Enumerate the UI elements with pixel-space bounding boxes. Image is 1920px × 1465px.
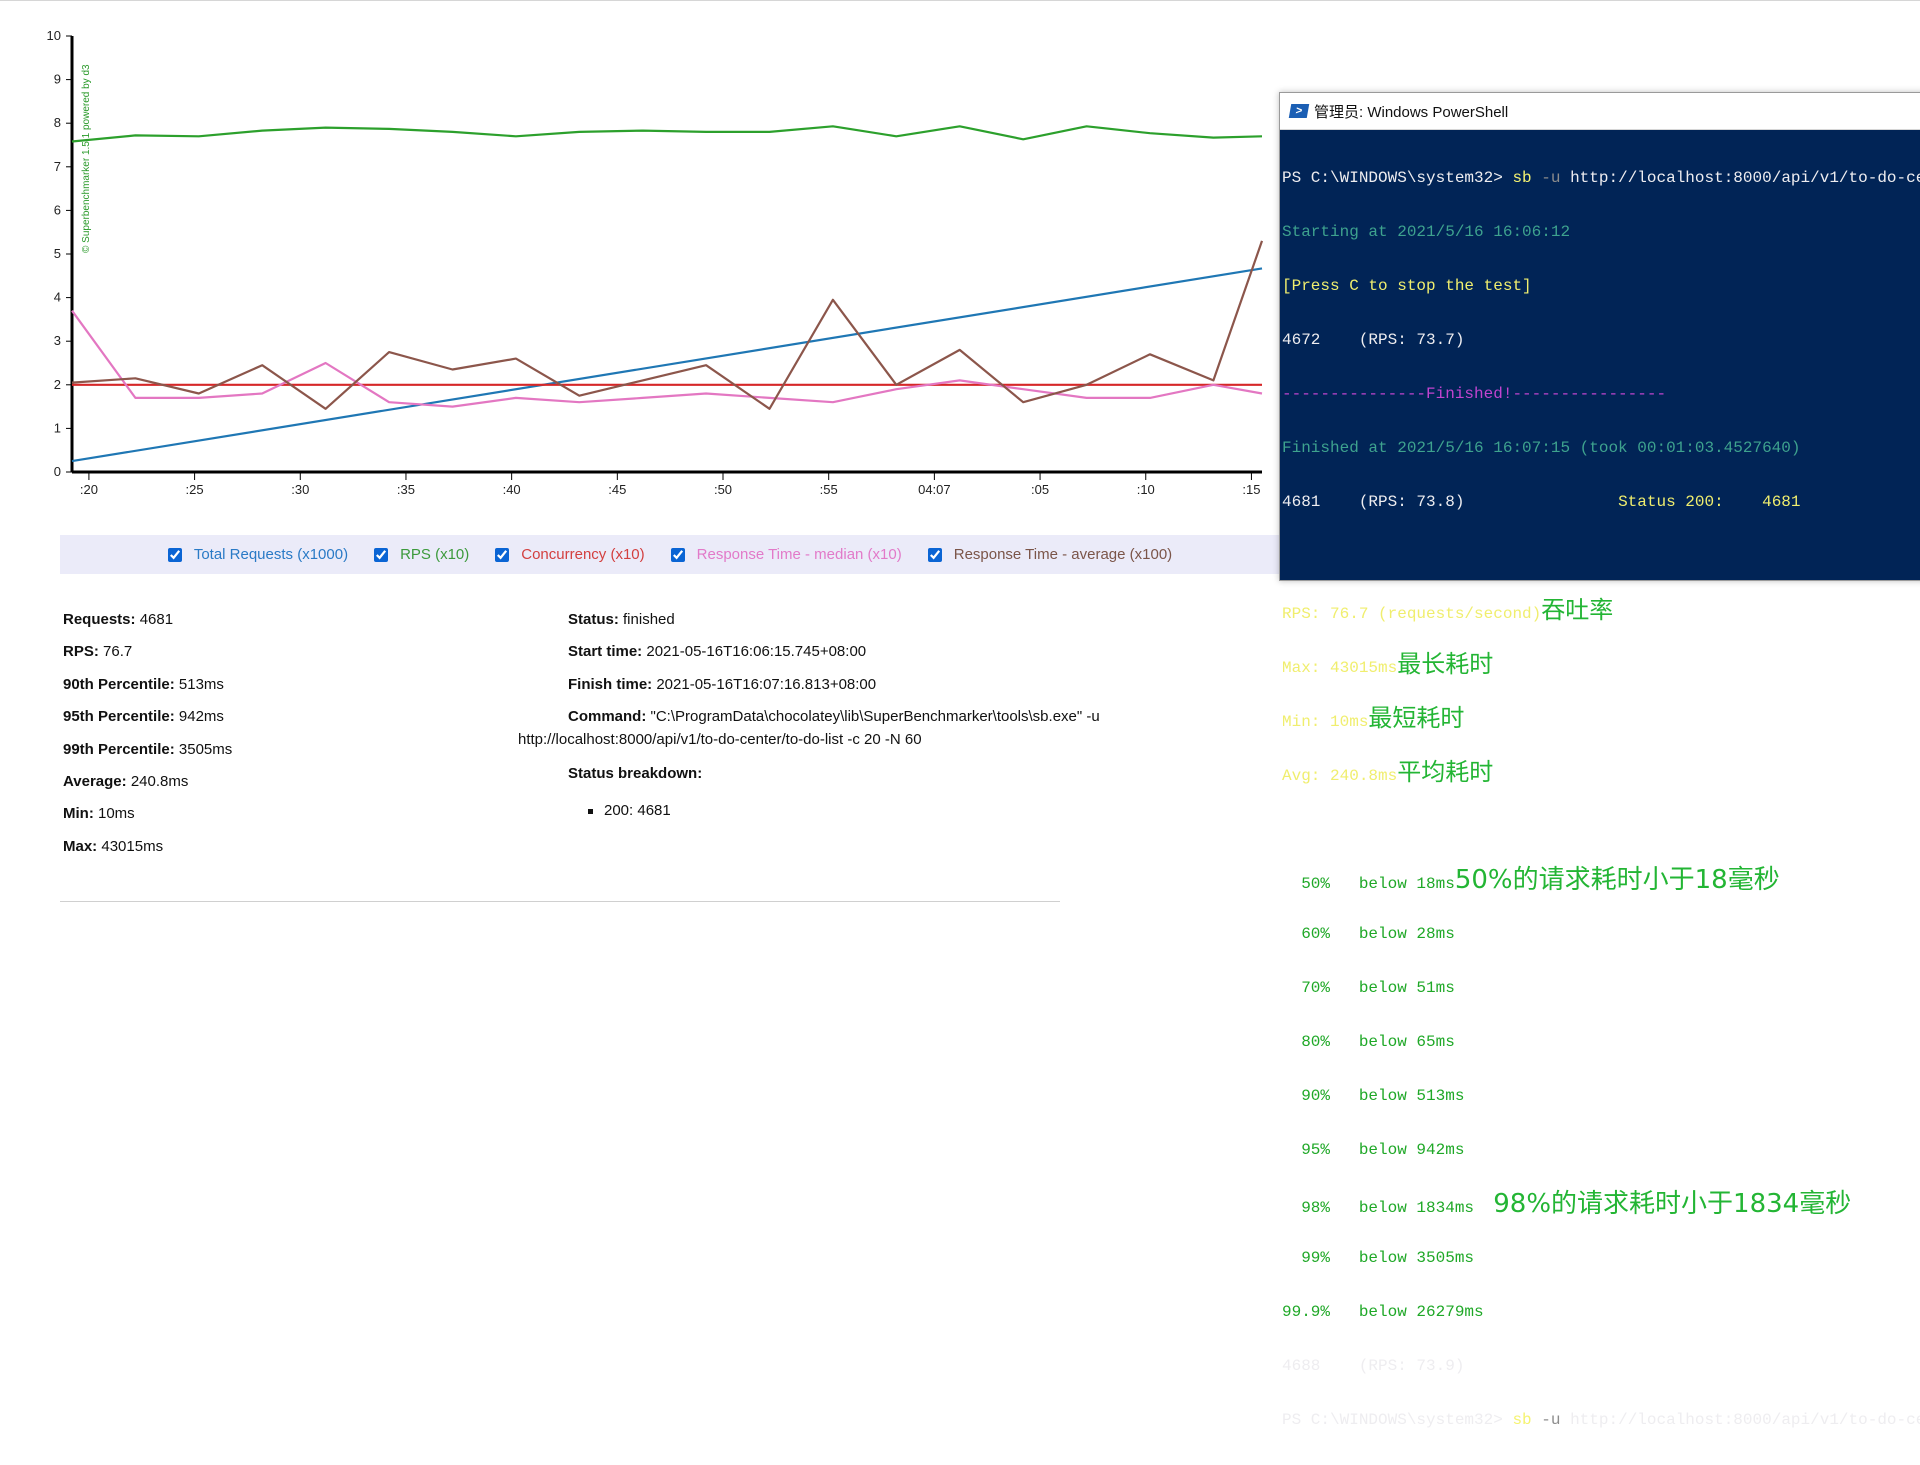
series-line-3: [71, 310, 1263, 408]
rps-checkbox[interactable]: [374, 547, 389, 562]
series-line-0: [71, 267, 1263, 463]
chart-legend: Total Requests (x1000) RPS (x10) Concurr…: [60, 535, 1280, 574]
console-line: 70% below 51ms: [1282, 979, 1455, 997]
legend-label: Response Time - average (x100): [953, 546, 1173, 563]
x-tick-label: :45: [608, 482, 626, 497]
console-line: 90% below 513ms: [1282, 1087, 1465, 1105]
legend-item-rps[interactable]: RPS (x10): [374, 546, 469, 563]
x-tick-label: :40: [503, 482, 521, 497]
status-breakdown-heading: Status breakdown:: [568, 764, 703, 782]
response-median-checkbox[interactable]: [670, 547, 685, 562]
legend-label: RPS (x10): [400, 546, 470, 563]
console-line: 60% below 28ms: [1282, 925, 1455, 943]
total-requests-checkbox[interactable]: [167, 547, 182, 562]
y-tick-label: 0: [54, 464, 61, 479]
stat-p90: 90th Percentile: 513ms: [63, 675, 224, 693]
bottom-divider: [60, 901, 1060, 902]
console-output[interactable]: PS C:\WINDOWS\system32> sb -u http://loc…: [1280, 130, 1920, 1465]
finish-time-row: Finish time: 2021-05-16T16:07:16.813+08:…: [568, 675, 877, 693]
console-line: 99.9% below 26279ms: [1282, 1303, 1484, 1321]
console-line: 4672 (RPS: 73.7): [1282, 331, 1465, 349]
legend-item-total-requests[interactable]: Total Requests (x1000): [167, 546, 349, 563]
console-line: Max: 43015ms最长耗时: [1282, 650, 1494, 678]
legend-label: Total Requests (x1000): [193, 546, 349, 563]
series-line-1: [71, 125, 1263, 143]
y-tick-label: 4: [54, 290, 61, 305]
window-title: 管理员: Windows PowerShell: [1314, 103, 1509, 121]
status-row: Status: finished: [568, 611, 675, 628]
console-line: RPS: 76.7 (requests/second)吞吐率: [1282, 596, 1614, 624]
legend-item-response-median[interactable]: Response Time - median (x10): [670, 546, 902, 563]
stat-p95: 95th Percentile: 942ms: [63, 708, 224, 726]
benchmark-chart: 0 1 2 3 4 5 6 7 8 9 10 :20 :25 :30 :35 :40 :45 :50 :55 04:0…: [47, 28, 1264, 497]
y-tick-label: 5: [54, 246, 61, 261]
console-line: ---------------Finished!----------------: [1282, 385, 1667, 403]
console-line: PS C:\WINDOWS\system32> sb -u http://loc…: [1282, 1411, 1920, 1429]
powershell-icon: >: [1288, 104, 1310, 118]
x-tick-label: :25: [186, 482, 204, 497]
x-tick-label: :20: [80, 482, 98, 497]
console-line: [Press C to stop the test]: [1282, 277, 1532, 295]
run-details: Status: finished Start time: 2021-05-16T…: [568, 604, 1100, 790]
x-tick-label: :50: [714, 482, 732, 497]
y-tick-label: 9: [54, 72, 61, 87]
stat-min: Min: 10ms: [63, 805, 135, 823]
response-average-checkbox[interactable]: [927, 547, 942, 562]
stat-p99: 99th Percentile: 3505ms: [63, 740, 233, 758]
concurrency-checkbox[interactable]: [495, 547, 510, 562]
command-row: Command: "C:\ProgramData\chocolatey\lib\…: [568, 708, 1100, 726]
console-line: PS C:\WINDOWS\system32> sb -u http://loc…: [1282, 169, 1920, 187]
console-line: Min: 10ms最短耗时: [1282, 704, 1465, 732]
stat-rps: RPS: 76.7: [63, 643, 133, 661]
y-tick-label: 8: [54, 115, 61, 130]
legend-label: Concurrency (x10): [521, 546, 645, 563]
y-tick-label: 6: [54, 202, 61, 217]
console-line: Starting at 2021/5/16 16:06:12: [1282, 223, 1571, 241]
legend-item-response-average[interactable]: Response Time - average (x100): [927, 546, 1173, 563]
powershell-titlebar[interactable]: > 管理员: Windows PowerShell: [1280, 93, 1920, 130]
y-tick-label: 10: [47, 28, 61, 43]
console-line: 80% below 65ms: [1282, 1033, 1455, 1051]
legend-item-concurrency[interactable]: Concurrency (x10): [495, 546, 645, 563]
y-tick-label: 3: [54, 333, 61, 348]
list-item: 200: 4681: [588, 802, 671, 819]
console-line: Avg: 240.8ms平均耗时: [1282, 758, 1494, 786]
x-tick-label: 04:07: [918, 482, 951, 497]
console-line: Finished at 2021/5/16 16:07:15 (took 00:…: [1282, 439, 1801, 457]
x-tick-label: :10: [1137, 482, 1155, 497]
console-line: 4681 (RPS: 73.8) Status 200: 4681: [1282, 493, 1801, 511]
chart-watermark: © Superbenchmarker 1.5.1 powered by d3: [81, 64, 92, 253]
status-breakdown-list: 200: 4681: [588, 802, 671, 819]
console-line: 4688 (RPS: 73.9): [1282, 1357, 1465, 1375]
x-tick-label: :30: [291, 482, 309, 497]
stat-requests: Requests: 4681: [63, 611, 174, 628]
console-line: 95% below 942ms: [1282, 1141, 1465, 1159]
stats-summary: Requests: 4681 RPS: 76.7 90th Percentile…: [63, 604, 232, 863]
start-time-row: Start time: 2021-05-16T16:06:15.745+08:0…: [568, 643, 867, 661]
x-tick-label: :15: [1242, 482, 1260, 497]
console-line: 50% below 18ms50%的请求耗时小于18毫秒: [1282, 865, 1780, 895]
legend-label: Response Time - median (x10): [696, 546, 902, 563]
series-line-4: [71, 240, 1264, 410]
x-tick-label: :35: [397, 482, 415, 497]
x-tick-label: :55: [820, 482, 838, 497]
y-tick-label: 7: [54, 159, 61, 174]
x-tick-label: :05: [1031, 482, 1049, 497]
y-tick-label: 1: [54, 420, 61, 435]
console-line: 98% below 1834ms 98%的请求耗时小于1834毫秒: [1282, 1189, 1852, 1219]
stat-average: Average: 240.8ms: [63, 773, 189, 791]
powershell-window[interactable]: > 管理员: Windows PowerShell PS C:\WINDOWS\…: [1279, 92, 1920, 1429]
stat-max: Max: 43015ms: [63, 837, 164, 855]
y-tick-label: 2: [54, 377, 61, 392]
command-continuation: http://localhost:8000/api/v1/to-do-cente…: [518, 731, 922, 748]
console-line: 99% below 3505ms: [1282, 1249, 1475, 1267]
